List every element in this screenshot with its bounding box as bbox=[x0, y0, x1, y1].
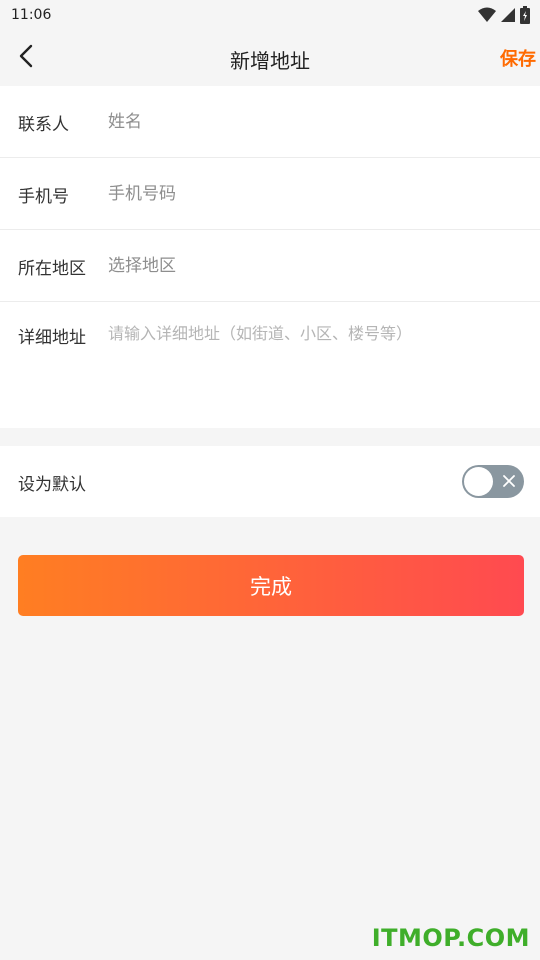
default-address-row: 设为默认 bbox=[0, 446, 540, 517]
done-button[interactable]: 完成 bbox=[18, 555, 524, 616]
battery-icon bbox=[520, 6, 530, 24]
add-address-screen: 11:06 新增地址 保存 联系人 手机号 bbox=[0, 0, 540, 960]
status-icons bbox=[478, 6, 530, 24]
phone-label: 手机号 bbox=[18, 187, 69, 207]
save-button[interactable]: 保存 bbox=[500, 45, 536, 71]
region-label: 所在地区 bbox=[18, 259, 86, 279]
phone-row: 手机号 bbox=[0, 158, 540, 230]
detail-address-input[interactable] bbox=[108, 322, 524, 412]
contact-label: 联系人 bbox=[18, 115, 69, 135]
address-form: 联系人 手机号 所在地区 详细地址 bbox=[0, 86, 540, 428]
region-select[interactable] bbox=[108, 244, 524, 288]
status-time: 11:06 bbox=[11, 7, 52, 23]
contact-row: 联系人 bbox=[0, 86, 540, 158]
default-toggle[interactable] bbox=[462, 465, 524, 498]
watermark: ITMOP.COM bbox=[371, 924, 530, 952]
signal-icon bbox=[500, 7, 516, 23]
region-row[interactable]: 所在地区 bbox=[0, 230, 540, 302]
header: 新增地址 保存 bbox=[0, 30, 540, 86]
close-icon bbox=[501, 473, 517, 493]
status-bar: 11:06 bbox=[0, 0, 540, 30]
page-title: 新增地址 bbox=[230, 49, 310, 73]
detail-row: 详细地址 bbox=[0, 302, 540, 428]
default-label: 设为默认 bbox=[18, 475, 86, 495]
phone-input[interactable] bbox=[108, 172, 524, 216]
toggle-knob bbox=[464, 467, 493, 496]
wifi-icon bbox=[478, 7, 496, 23]
contact-name-input[interactable] bbox=[108, 100, 524, 144]
detail-label: 详细地址 bbox=[18, 328, 86, 348]
